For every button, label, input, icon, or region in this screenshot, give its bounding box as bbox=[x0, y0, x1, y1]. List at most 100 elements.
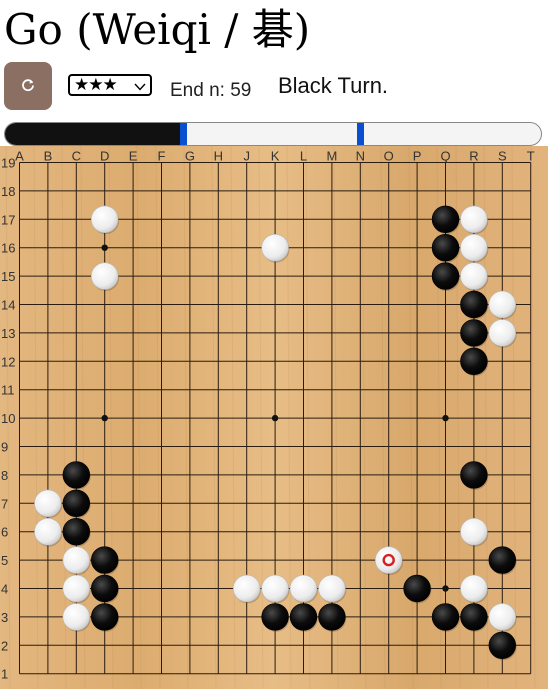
black-stone bbox=[488, 631, 516, 659]
white-stone bbox=[460, 262, 488, 290]
white-stone bbox=[460, 233, 488, 262]
reload-button[interactable] bbox=[4, 62, 52, 110]
row-label: 5 bbox=[1, 553, 8, 568]
reload-icon bbox=[21, 78, 35, 95]
black-stone bbox=[460, 603, 488, 631]
black-stone bbox=[403, 574, 431, 603]
column-label: F bbox=[158, 149, 166, 164]
white-stone bbox=[318, 574, 346, 603]
white-stone bbox=[460, 518, 488, 546]
wood-grain bbox=[408, 146, 414, 689]
black-stone bbox=[62, 489, 91, 517]
star-point bbox=[101, 244, 108, 251]
row-label: 19 bbox=[1, 156, 15, 171]
row-label: 2 bbox=[1, 638, 8, 653]
wood-grain bbox=[183, 146, 189, 689]
end-label: End n: bbox=[170, 80, 225, 101]
row-label: 15 bbox=[1, 269, 15, 284]
column-label: D bbox=[100, 149, 109, 164]
progress-handle-start[interactable] bbox=[180, 123, 188, 145]
white-stone bbox=[261, 233, 289, 262]
white-stone bbox=[90, 205, 119, 234]
wood-grain bbox=[380, 146, 386, 689]
column-label: S bbox=[498, 149, 507, 164]
star-point bbox=[442, 585, 449, 592]
white-stone bbox=[233, 574, 261, 603]
star-point bbox=[442, 414, 449, 422]
column-label: R bbox=[469, 149, 478, 164]
white-stone bbox=[34, 518, 62, 546]
end-count: End n: 59 bbox=[170, 80, 251, 102]
column-label: C bbox=[72, 149, 81, 164]
wood-grain bbox=[230, 146, 236, 689]
wood-grain bbox=[530, 146, 536, 689]
progress-handle-end[interactable] bbox=[356, 123, 364, 145]
page-title: Go (Weiqi / 碁) bbox=[4, 5, 311, 54]
white-stone bbox=[62, 574, 91, 603]
wood-grain bbox=[511, 146, 517, 689]
row-label: 14 bbox=[1, 298, 15, 313]
black-stone bbox=[289, 603, 318, 631]
wood-grain bbox=[286, 146, 292, 689]
white-stone bbox=[62, 603, 91, 631]
black-stone bbox=[460, 319, 488, 347]
wood-grain bbox=[61, 146, 67, 689]
row-label: 12 bbox=[1, 354, 15, 369]
row-label: 10 bbox=[1, 411, 15, 426]
row-label: 1 bbox=[1, 667, 8, 682]
white-stone bbox=[460, 574, 488, 603]
column-label: A bbox=[15, 149, 24, 164]
row-label: 16 bbox=[1, 241, 15, 256]
black-stone bbox=[90, 574, 119, 603]
column-label: M bbox=[326, 149, 337, 164]
white-stone bbox=[62, 546, 91, 574]
white-stone bbox=[460, 205, 488, 234]
row-label: 11 bbox=[1, 383, 15, 398]
white-stone bbox=[488, 290, 516, 319]
black-stone bbox=[431, 205, 460, 234]
wood-grain bbox=[361, 146, 367, 689]
black-stone bbox=[318, 603, 346, 631]
column-label: L bbox=[300, 149, 307, 164]
move-progress-slider[interactable] bbox=[4, 122, 542, 146]
white-stone bbox=[261, 574, 289, 603]
wood-grain bbox=[211, 146, 217, 689]
column-label: G bbox=[185, 149, 195, 164]
column-label: O bbox=[384, 149, 394, 164]
row-label: 6 bbox=[1, 525, 8, 540]
column-label: N bbox=[356, 149, 365, 164]
board-svg[interactable]: A B C D E F G H J K L M N O P Q R S T191817161514131211109… bbox=[0, 146, 548, 689]
row-label: 7 bbox=[1, 496, 8, 511]
black-stone bbox=[90, 603, 119, 631]
white-stone bbox=[34, 489, 62, 517]
toolbar: ★★★ End n: 59 Black Turn. bbox=[0, 62, 548, 114]
level-select[interactable]: ★★★ bbox=[68, 74, 152, 96]
wood-grain bbox=[155, 146, 161, 689]
column-label: T bbox=[527, 149, 535, 164]
wood-grain bbox=[33, 146, 39, 689]
black-stone bbox=[460, 461, 488, 489]
row-label: 13 bbox=[1, 326, 15, 341]
white-stone bbox=[488, 319, 516, 347]
white-stone bbox=[488, 603, 516, 631]
white-stone bbox=[289, 574, 318, 603]
black-stone bbox=[431, 233, 460, 262]
black-stone bbox=[261, 603, 289, 631]
black-stone bbox=[90, 546, 119, 574]
column-label: J bbox=[243, 149, 250, 164]
wood-grain bbox=[136, 146, 142, 689]
wood-grain bbox=[258, 146, 264, 689]
turn-status: Black Turn. bbox=[278, 73, 389, 98]
progress-fill bbox=[5, 123, 184, 145]
column-label: E bbox=[129, 149, 138, 164]
go-board[interactable]: A B C D E F G H J K L M N O P Q R S T 19 18 17 16 15 14 13 12 11 10 9… bbox=[0, 146, 548, 689]
black-stone bbox=[488, 546, 516, 574]
star-point bbox=[101, 414, 108, 422]
black-stone bbox=[431, 603, 460, 631]
level-value: ★★★ bbox=[74, 75, 118, 95]
black-stone bbox=[62, 518, 91, 546]
column-label: B bbox=[44, 149, 53, 164]
chevron-down-icon bbox=[134, 79, 146, 97]
row-label: 9 bbox=[1, 440, 8, 455]
column-label: Q bbox=[440, 149, 450, 164]
